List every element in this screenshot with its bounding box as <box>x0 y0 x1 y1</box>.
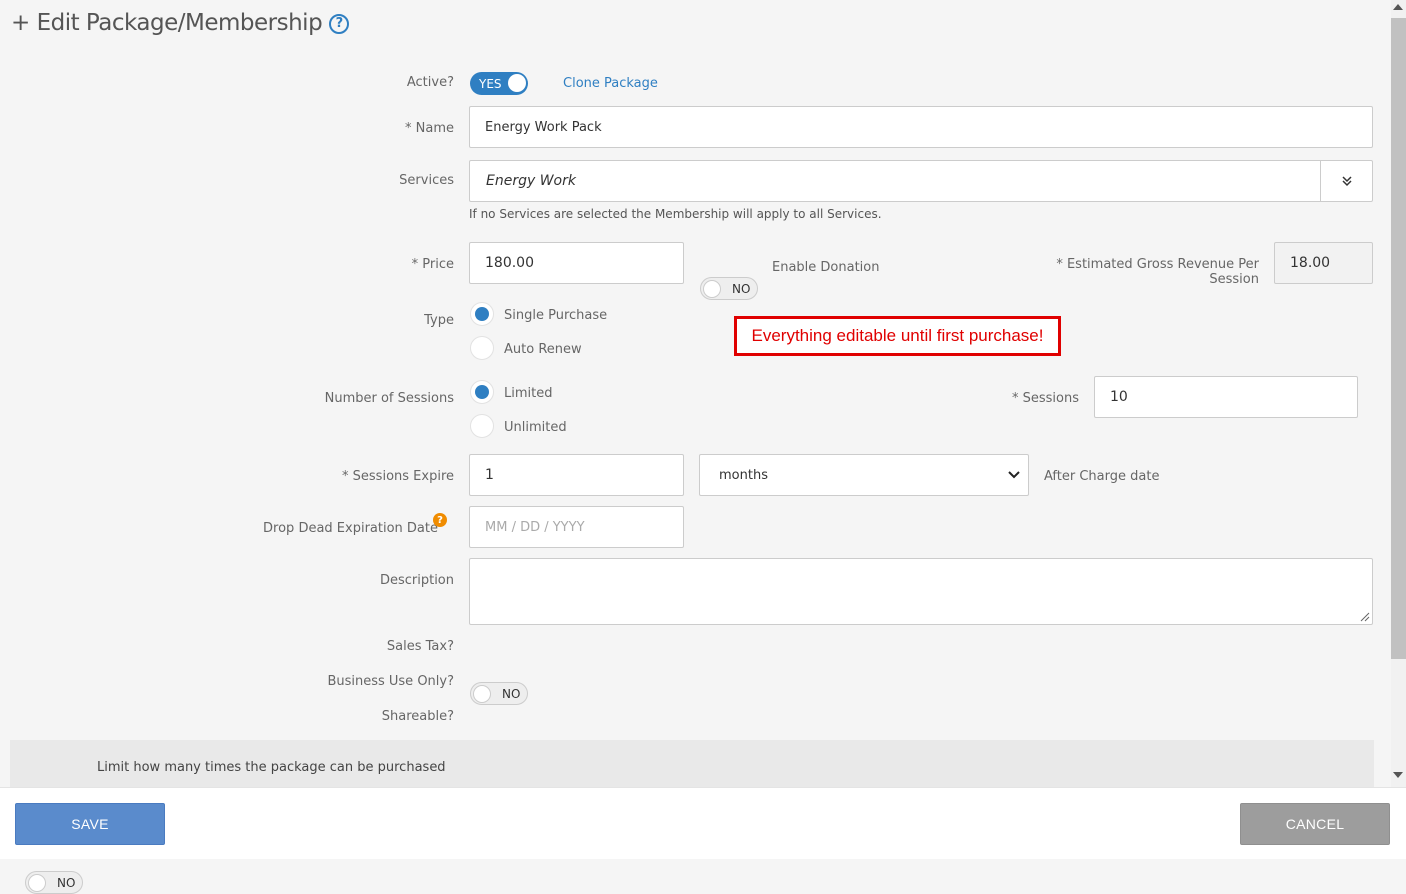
page-title-text: + Edit Package/Membership <box>11 10 323 36</box>
limit-label: Limit how many times the package can be … <box>97 760 446 775</box>
footer-bar <box>0 787 1406 859</box>
sales-tax-toggle-text: NO <box>502 686 521 701</box>
chevron-double-down-icon[interactable] <box>1320 161 1372 201</box>
sales-tax-toggle[interactable]: NO <box>470 682 528 705</box>
scrollbar-thumb[interactable] <box>1391 18 1406 659</box>
donation-label: Enable Donation <box>772 260 880 275</box>
donation-toggle[interactable]: NO <box>700 277 758 300</box>
name-input-value: Energy Work Pack <box>485 119 602 135</box>
price-input-value: 180.00 <box>485 255 534 271</box>
annotation-callout: Everything editable until first purchase… <box>734 316 1061 356</box>
type-radio-auto[interactable] <box>470 336 494 360</box>
type-radio-single[interactable] <box>470 302 494 326</box>
revenue-value: 18.00 <box>1274 242 1373 284</box>
toggle-knob <box>473 685 491 703</box>
sessions-option-unlimited[interactable]: Unlimited <box>504 420 567 435</box>
type-label: Type <box>424 313 454 328</box>
limit-toggle-text: NO <box>57 875 76 890</box>
limit-toggle[interactable]: NO <box>25 871 83 894</box>
description-label: Description <box>379 573 454 588</box>
services-note: If no Services are selected the Membersh… <box>469 207 882 221</box>
active-label: Active? <box>406 75 454 90</box>
scroll-down-arrow-icon[interactable] <box>1393 772 1403 778</box>
toggle-knob <box>703 280 721 298</box>
services-label: Services <box>399 173 454 188</box>
drop-dead-placeholder: MM / DD / YYYY <box>485 519 585 535</box>
sessions-count-value: 10 <box>1110 389 1128 405</box>
chevron-down-icon <box>1008 468 1020 483</box>
toggle-knob <box>28 874 46 892</box>
scroll-up-arrow-icon[interactable] <box>1393 4 1403 10</box>
name-input[interactable]: Energy Work Pack <box>469 106 1373 148</box>
drop-dead-date-input[interactable]: MM / DD / YYYY <box>469 506 684 548</box>
expire-label: * Sessions Expire <box>342 469 454 484</box>
revenue-label-line2: Session <box>1209 272 1259 287</box>
expire-unit-value: months <box>719 467 768 483</box>
save-button[interactable]: SAVE <box>15 803 165 845</box>
active-toggle-text: YES <box>479 76 502 91</box>
expire-input[interactable]: 1 <box>469 454 684 496</box>
expire-unit-select[interactable]: months <box>699 454 1029 496</box>
clone-package-link[interactable]: Clone Package <box>563 76 658 91</box>
sales-tax-label: Sales Tax? <box>386 639 454 654</box>
expire-suffix: After Charge date <box>1044 469 1160 484</box>
drop-dead-label: Drop Dead Expiration Date <box>263 521 438 536</box>
sessions-radio-unlimited[interactable] <box>470 414 494 438</box>
expire-input-value: 1 <box>485 467 494 483</box>
price-label: * Price <box>411 257 454 272</box>
business-use-label: Business Use Only? <box>327 674 454 689</box>
page-title: + Edit Package/Membership ? <box>11 10 350 36</box>
resize-handle-icon[interactable] <box>1360 612 1370 622</box>
name-label: * Name <box>405 121 454 136</box>
sessions-count-label: * Sessions <box>1011 391 1079 406</box>
radio-selected-dot <box>475 307 489 321</box>
shareable-label: Shareable? <box>381 709 454 724</box>
active-toggle[interactable]: YES <box>470 72 528 95</box>
cancel-button[interactable]: CANCEL <box>1240 803 1390 845</box>
sessions-option-limited[interactable]: Limited <box>504 386 552 401</box>
sessions-radio-limited[interactable] <box>470 380 494 404</box>
services-value: Energy Work <box>486 173 576 189</box>
revenue-value-text: 18.00 <box>1290 255 1331 271</box>
services-select[interactable]: Energy Work <box>469 160 1373 202</box>
toggle-knob <box>508 74 526 92</box>
sessions-count-input[interactable]: 10 <box>1094 376 1358 418</box>
help-icon[interactable]: ? <box>329 13 350 34</box>
price-input[interactable]: 180.00 <box>469 242 684 284</box>
description-textarea[interactable] <box>469 558 1373 625</box>
revenue-label: * Estimated Gross Revenue Per Session <box>1040 257 1259 287</box>
question-icon[interactable]: ? <box>433 513 447 527</box>
type-option-single[interactable]: Single Purchase <box>504 308 607 323</box>
radio-selected-dot <box>475 385 489 399</box>
sessions-label: Number of Sessions <box>324 391 454 406</box>
donation-toggle-text: NO <box>732 281 751 296</box>
type-option-auto[interactable]: Auto Renew <box>504 342 582 357</box>
revenue-label-line1: * Estimated Gross Revenue Per <box>1056 257 1259 272</box>
